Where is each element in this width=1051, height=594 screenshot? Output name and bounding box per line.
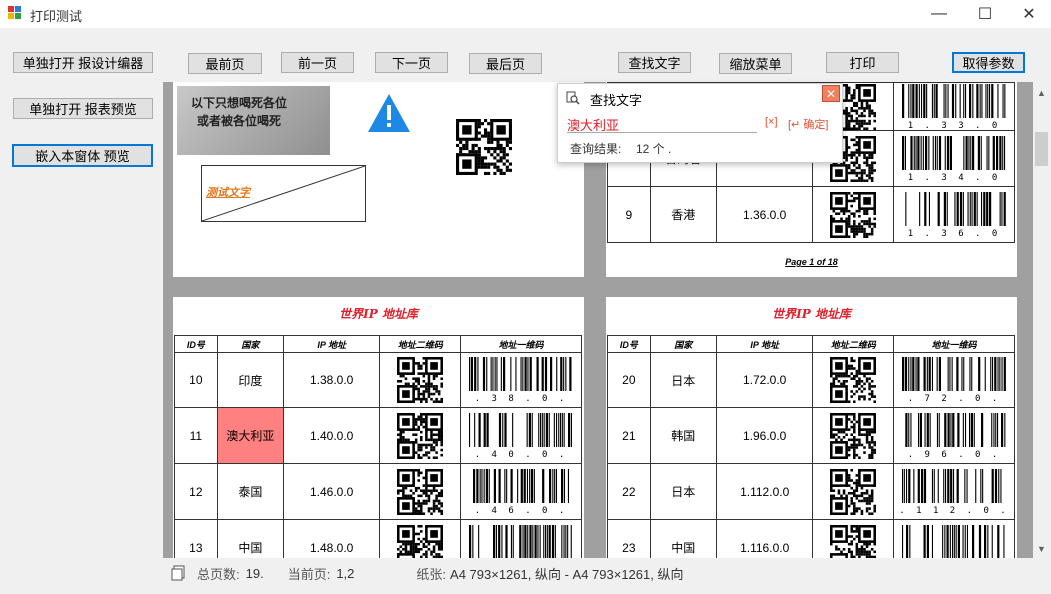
qr-code (830, 524, 877, 558)
sample-text: 测试文字 (206, 186, 250, 199)
barcode (469, 524, 572, 558)
open-designer-button[interactable]: 单独打开 报设计编器 (13, 52, 153, 73)
qr-code (830, 412, 877, 459)
search-icon (566, 91, 580, 105)
total-pages-value: 19. (245, 565, 264, 581)
barcode: 1 . 9 6 . 0 . 0 (899, 412, 1009, 459)
report-title: 世界IP 地址库 (772, 307, 851, 321)
result-value: 12 个 . (636, 142, 672, 156)
cell-id: 9 (607, 186, 651, 243)
report-table-p2: ID号 国家 IP 地址 地址二维码 地址一维码 10印度1.38.0.0 1 … (174, 335, 582, 558)
barcode: 1 . 3 6 . 0 (905, 191, 1006, 238)
title-bar: 打印测试 — ☐ ✕ (0, 0, 1051, 28)
vertical-scrollbar[interactable]: ▲ ▼ (1033, 82, 1050, 558)
scroll-down-icon[interactable]: ▼ (1037, 544, 1046, 554)
barcode: 1 . 4 0 . 0 . 0 (466, 412, 576, 459)
close-button[interactable]: ✕ (1006, 0, 1051, 28)
last-page-button[interactable]: 最后页 (469, 53, 542, 74)
qr-code (830, 357, 877, 403)
scrollbar-thumb[interactable] (1035, 132, 1048, 166)
barcode-text: 1 . 9 6 . 0 . 0 (899, 450, 1009, 459)
next-page-button[interactable]: 下一页 (375, 52, 448, 73)
print-button[interactable]: 打印 (826, 52, 899, 73)
prev-page-button[interactable]: 前一页 (281, 52, 354, 73)
maximize-button[interactable]: ☐ (962, 0, 1008, 28)
report-page-1-left: 以下只想喝死各位 或者被各位喝死 测试文字 (173, 82, 584, 277)
cell-ip: 1.36.0.0 (715, 186, 814, 243)
report-page-2: 世界IP 地址库 ID号 国家 IP 地址 地址二维码 地址一维码 10 印度 1.… (173, 297, 584, 558)
find-query-input[interactable]: 澳大利亚 (567, 115, 757, 133)
barcode: 1 . 3 3 . 0 (902, 83, 1006, 130)
table-row: 13 中国 1.48.0.0 (174, 519, 582, 558)
first-page-button[interactable]: 最前页 (188, 53, 262, 74)
barcode-text: 1 . 4 0 . 0 . 0 (466, 450, 576, 459)
zoom-menu-button[interactable]: 缩放菜单 (719, 53, 792, 74)
result-label: 查询结果: (570, 142, 622, 156)
page-footer: Page 1 of 18 (785, 257, 838, 267)
open-preview-button[interactable]: 单独打开 报表预览 (13, 98, 153, 119)
table-header-row: ID号 国家 IP 地址 地址二维码 地址一维码 (174, 335, 582, 353)
status-bar: 总页数: 19. 当前页: 1,2 纸张: A4 793×1261, 纵向 - … (163, 560, 683, 586)
find-dialog-title: 查找文字 (590, 93, 643, 108)
table-row: 21韩国1.96.0.0 1 . 9 6 . 0 . 0 (607, 407, 1015, 464)
qr-code (397, 357, 444, 403)
barcode-text: 1 . 3 4 . 0 (908, 173, 1001, 182)
document-icon (171, 565, 187, 581)
photo-text-1: 以下只想喝死各位 (191, 96, 288, 110)
confirm-button[interactable]: [↵ 确定] (788, 116, 828, 132)
barcode: 1 . 3 4 . 0 (902, 135, 1006, 182)
qr-code (397, 412, 444, 459)
qr-code (830, 468, 877, 515)
table-row: 9 香港 1.36.0.0 1 . 3 6 . 0 (607, 186, 1015, 243)
barcode-text: 1 . 3 6 . 0 (908, 229, 1001, 238)
current-page-value: 1,2 (336, 565, 355, 581)
table-row: 10印度1.38.0.0 1 . 3 8 . 0 . 0 (174, 352, 582, 408)
barcode-text: 1 . 1 1 2 . 0 . 0 (899, 506, 1009, 515)
qr-code (456, 119, 512, 175)
report-page-3: 世界IP 地址库 ID号 国家 IP 地址 地址二维码 地址一维码 20 日本 1.… (606, 297, 1017, 558)
table-row: 20日本1.72.0.0 1 . 7 2 . 0 . 0 (607, 352, 1015, 408)
current-page-label: 当前页: (287, 566, 331, 582)
qr-code (397, 468, 444, 515)
barcode: 1 . 7 2 . 0 . 0 (899, 357, 1009, 403)
table-row: 23 中国 1.116.0.0 (607, 519, 1015, 558)
app-icon (8, 6, 22, 20)
find-text-button[interactable]: 查找文字 (618, 52, 691, 73)
table-header-row: ID号 国家 IP 地址 地址二维码 地址一维码 (607, 335, 1015, 353)
paper-label: 纸张: (416, 566, 447, 582)
report-title: 世界IP 地址库 (339, 307, 418, 321)
qr-code-large (456, 106, 512, 191)
barcode-text: 1 . 4 6 . 0 . 0 (466, 506, 576, 515)
qr-code (397, 524, 444, 558)
clear-button[interactable]: [×] (765, 116, 778, 128)
search-match-cell: 澳大利亚 (216, 407, 285, 464)
table-row-highlighted: 11澳大利亚1.40.0.0 1 . 4 0 . 0 . 0 (174, 407, 582, 464)
barcode-text: 1 . 3 3 . 0 (908, 121, 1001, 130)
barcode: 1 . 1 1 2 . 0 . 0 (899, 468, 1009, 515)
table-row: 12泰国1.46.0.0 1 . 4 6 . 0 . 0 (174, 463, 582, 520)
embed-preview-button[interactable]: 嵌入本窗体 预览 (12, 144, 153, 167)
table-row: 22日本1.112.0.0 1 . 1 1 2 . 0 . 0 (607, 463, 1015, 520)
cell-country: 香港 (649, 186, 717, 243)
diagonal-box: 测试文字 (201, 165, 366, 222)
barcode (902, 524, 1005, 558)
scroll-up-icon[interactable]: ▲ (1037, 88, 1046, 98)
warning-icon (366, 92, 412, 134)
find-text-dialog: 查找文字 ✕ 澳大利亚 [×] [↵ 确定] 查询结果: 12 个 . (557, 83, 843, 163)
close-icon[interactable]: ✕ (822, 85, 840, 102)
total-pages-label: 总页数: (197, 566, 240, 582)
report-table-p3: ID号 国家 IP 地址 地址二维码 地址一维码 20日本1.72.0.0 1 … (607, 335, 1015, 558)
barcode: 1 . 4 6 . 0 . 0 (466, 468, 576, 515)
photo-image: 以下只想喝死各位 或者被各位喝死 (177, 86, 330, 155)
minimize-button[interactable]: — (916, 0, 962, 28)
barcode-text: 1 . 3 8 . 0 . 0 (466, 394, 576, 403)
photo-text-2: 或者被各位喝死 (197, 114, 282, 128)
paper-value: A4 793×1261, 纵向 - A4 793×1261, 纵向 (450, 566, 684, 582)
barcode-text: 1 . 7 2 . 0 . 0 (899, 394, 1009, 403)
qr-code (830, 191, 877, 238)
get-params-button[interactable]: 取得参数 (952, 52, 1025, 73)
window-title: 打印测试 (30, 9, 83, 24)
barcode: 1 . 3 8 . 0 . 0 (466, 357, 576, 403)
